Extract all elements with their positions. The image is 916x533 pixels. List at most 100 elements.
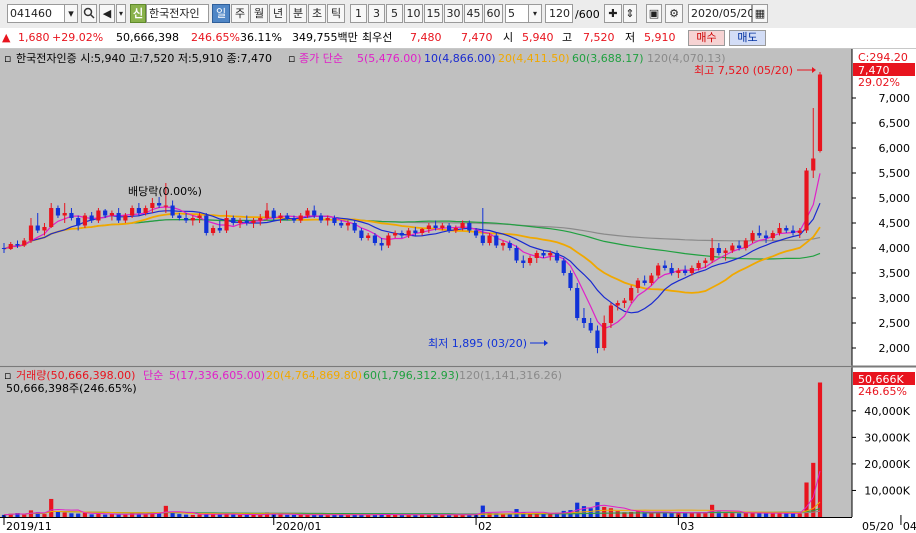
interval-5[interactable]: 5 — [386, 4, 403, 23]
chart-area[interactable]: 2,000 2,500 3,000 3,500 4,000 4,500 5,000 5,500… — [0, 49, 916, 533]
tab-second[interactable]: 초 — [308, 4, 326, 23]
candle-body — [730, 245, 735, 251]
candle-body — [366, 235, 371, 238]
new-listing-badge: 신 — [130, 4, 146, 23]
candle-body — [130, 208, 135, 216]
stock-name-field[interactable]: 한국전자인 — [146, 4, 209, 23]
buy-button[interactable]: 매수 — [688, 30, 725, 46]
lowest-price-label: 최저 1,895 (03/20) — [428, 337, 527, 350]
volume-bar — [595, 502, 600, 517]
volume-bar — [217, 514, 222, 517]
gear-icon[interactable]: ⚙ — [665, 4, 683, 23]
interval-3[interactable]: 3 — [368, 4, 385, 23]
tab-minute[interactable]: 분 — [289, 4, 307, 23]
volume-bar — [177, 514, 182, 517]
candle-body — [312, 210, 317, 216]
save-icon[interactable]: ▣ — [646, 4, 662, 23]
volume-bar — [170, 513, 175, 517]
price-info-legend: 한국전자인증 시:5,940 고:7,520 저:5,910 종:7,470 — [16, 52, 272, 65]
candle-body — [480, 235, 485, 243]
trading-amount: 349,755백만 — [292, 31, 358, 44]
volume-badge-pct: 246.65% — [858, 385, 907, 398]
candle-body — [96, 210, 101, 221]
volume-bar — [103, 514, 108, 517]
ma10-legend: 10(4,866.00) — [424, 52, 496, 65]
tab-day[interactable]: 일 — [212, 4, 230, 23]
candle-body — [244, 220, 249, 223]
candle-body — [689, 268, 694, 273]
volume-bar — [325, 515, 330, 517]
crosshair-icon[interactable]: ✚ — [604, 4, 622, 23]
price-tick-label: 3,000 — [879, 292, 911, 305]
candle-body — [231, 218, 236, 223]
stock-code-input[interactable]: 041460 — [7, 4, 65, 23]
change-arrow-icon: ▲ — [2, 31, 11, 44]
interval-45[interactable]: 45 — [464, 4, 483, 23]
tab-week[interactable]: 주 — [231, 4, 249, 23]
volume-bar — [723, 512, 728, 517]
tab-tick[interactable]: 틱 — [327, 4, 345, 23]
candle-body — [554, 253, 560, 261]
candle-body — [35, 225, 40, 231]
low-label: 저 — [625, 31, 636, 44]
interval-dropdown-button[interactable]: ▾ — [528, 4, 542, 23]
candle-body — [420, 229, 425, 233]
date-tick-label: 2019/11 — [6, 520, 52, 533]
search-icon[interactable] — [81, 4, 97, 23]
ma5-legend: 5(5,476.00) — [357, 52, 422, 65]
stock-dropdown-button[interactable]: ▾ — [64, 4, 78, 23]
candle-body — [514, 248, 519, 261]
candle-body — [217, 228, 222, 231]
candle-body — [460, 223, 465, 228]
best-ask-label: 최우선 — [362, 31, 393, 44]
candle-body — [649, 275, 654, 283]
candle-body — [136, 208, 141, 213]
date-input[interactable]: 2020/05/20 — [688, 4, 754, 23]
candle-body — [89, 215, 94, 221]
interval-1[interactable]: 1 — [350, 4, 367, 23]
volume-bar — [588, 508, 593, 517]
open-value: 5,940 — [522, 31, 554, 44]
candle-body — [797, 230, 802, 233]
speaker-icon[interactable]: ◀ — [99, 4, 115, 23]
stock-chart[interactable]: 2,000 2,500 3,000 3,500 4,000 4,500 5,000 5,500… — [0, 49, 916, 533]
calendar-icon[interactable]: ▦ — [752, 4, 768, 23]
volume-bar — [237, 514, 243, 517]
candle-body — [588, 323, 593, 331]
interval-30[interactable]: 30 — [444, 4, 463, 23]
candle-body — [258, 218, 263, 221]
candle-body — [318, 215, 324, 221]
volume-bar — [109, 514, 114, 517]
tab-year[interactable]: 년 — [269, 4, 287, 23]
volume-tick-label: 20,000K — [864, 458, 910, 471]
sell-button[interactable]: 매도 — [729, 30, 766, 46]
interval-60[interactable]: 60 — [484, 4, 503, 23]
interval-15[interactable]: 15 — [424, 4, 443, 23]
speaker-dropdown-button[interactable]: ▾ — [116, 4, 126, 23]
candle-body — [49, 208, 54, 227]
volume-ma5-legend: 5(17,336,605.00) — [169, 369, 265, 382]
interval-10[interactable]: 10 — [404, 4, 423, 23]
candle-body — [123, 215, 128, 221]
volume-bar — [76, 513, 81, 517]
candle-body — [642, 280, 647, 283]
candle-body — [433, 225, 438, 228]
candle-body — [82, 215, 88, 226]
volume-bar — [521, 512, 526, 517]
interval-input[interactable]: 5 — [505, 4, 529, 23]
tab-month[interactable]: 월 — [250, 4, 268, 23]
candle-body — [325, 218, 330, 221]
volume-bar — [763, 513, 769, 517]
ma-type-label: 종가 단순 — [299, 52, 343, 65]
candle-body — [170, 205, 175, 216]
square-icon: ▫ — [4, 52, 11, 65]
candle-body — [622, 300, 627, 303]
candle-body — [291, 218, 297, 221]
candle-body — [736, 245, 742, 248]
count-input[interactable]: 120 — [545, 4, 573, 23]
candle-body — [372, 235, 377, 243]
candle-body — [527, 258, 533, 263]
volume-bar — [797, 513, 802, 517]
tools-icon[interactable]: ⇕ — [623, 4, 637, 23]
candle-body — [285, 215, 290, 218]
